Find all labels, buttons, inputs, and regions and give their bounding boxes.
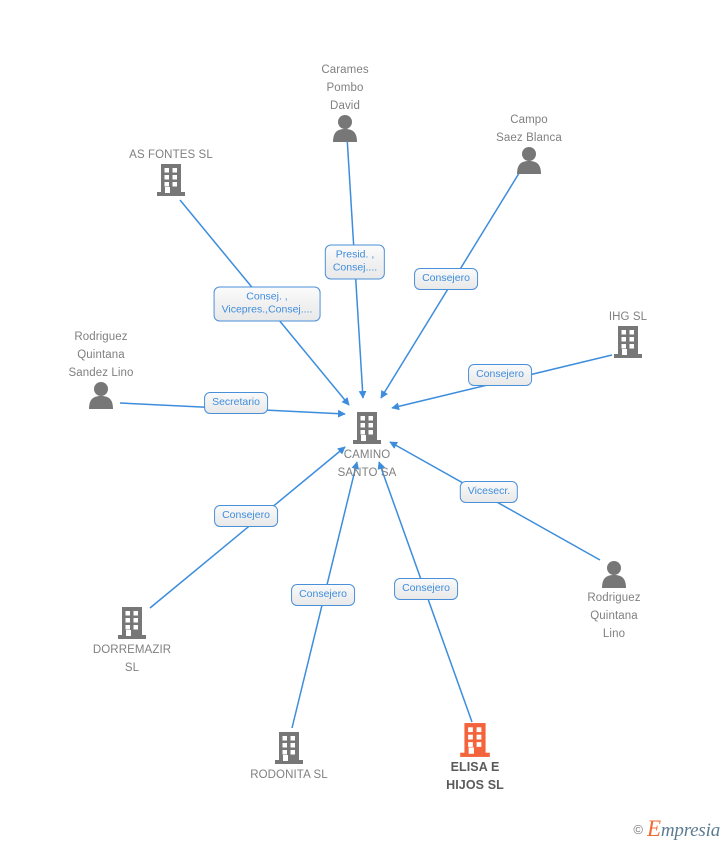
edge-label-asfontes[interactable]: Consej. , Vicepres.,Consej.... (213, 286, 321, 322)
person-icon (449, 146, 609, 174)
node-label: ELISA E HIJOS SL (446, 760, 504, 792)
person-icon (265, 114, 425, 142)
node-rodriguez-quintana-sandez-lino[interactable]: Rodriguez Quintana Sandez Lino (21, 327, 181, 409)
node-ihg-sl[interactable]: IHG SL (548, 307, 708, 359)
company-icon-highlighted (395, 722, 555, 758)
node-label: Rodriguez Quintana Lino (587, 592, 641, 640)
edge-label-rqlino[interactable]: Vicesecr. (459, 481, 519, 503)
brand-name: Empresia (647, 816, 720, 842)
edge-label-rqsandez[interactable]: Secretario (204, 392, 268, 414)
person-icon (534, 560, 694, 588)
node-elisa-e-hijos-sl[interactable]: ELISA E HIJOS SL (395, 722, 555, 794)
node-rodriguez-quintana-lino[interactable]: Rodriguez Quintana Lino (534, 560, 694, 642)
brand-rest: mpresia (660, 820, 720, 841)
edge-label-elisa[interactable]: Consejero (394, 578, 458, 600)
node-label: AS FONTES SL (129, 149, 213, 161)
edge-label-campo[interactable]: Consejero (414, 268, 478, 290)
company-icon (287, 411, 447, 445)
node-dorremazir-sl[interactable]: DORREMAZIR SL (52, 606, 212, 676)
node-label: Carames Pombo David (321, 64, 369, 112)
node-label: RODONITA SL (250, 769, 328, 781)
person-icon (21, 381, 181, 409)
node-label: Campo Saez Blanca (496, 114, 562, 144)
company-icon (91, 163, 251, 197)
node-carames-pombo-david[interactable]: Carames Pombo David (265, 60, 425, 142)
node-label: CAMINO SANTO SA (337, 449, 397, 479)
company-icon (548, 325, 708, 359)
node-as-fontes-sl[interactable]: AS FONTES SL (91, 145, 251, 197)
node-label: DORREMAZIR SL (92, 644, 172, 674)
edge-label-rodonita[interactable]: Consejero (291, 584, 355, 606)
node-campo-saez-blanca[interactable]: Campo Saez Blanca (449, 110, 609, 174)
node-label: IHG SL (608, 311, 648, 323)
watermark: © Empresia (633, 816, 720, 842)
copyright-symbol: © (633, 821, 644, 837)
edge-label-carames[interactable]: Presid. , Consej.... (324, 244, 386, 280)
company-icon (209, 731, 369, 765)
edge-label-ihg[interactable]: Consejero (468, 364, 532, 386)
node-rodonita-sl[interactable]: RODONITA SL (209, 731, 369, 783)
edge-label-dorremazir[interactable]: Consejero (214, 505, 278, 527)
node-center[interactable]: CAMINO SANTO SA (287, 411, 447, 481)
company-icon (52, 606, 212, 640)
diagram-canvas: CAMINO SANTO SA Carames Pombo David Camp… (0, 0, 728, 850)
node-label: Rodriguez Quintana Sandez Lino (68, 331, 134, 379)
brand-initial: E (647, 816, 661, 841)
